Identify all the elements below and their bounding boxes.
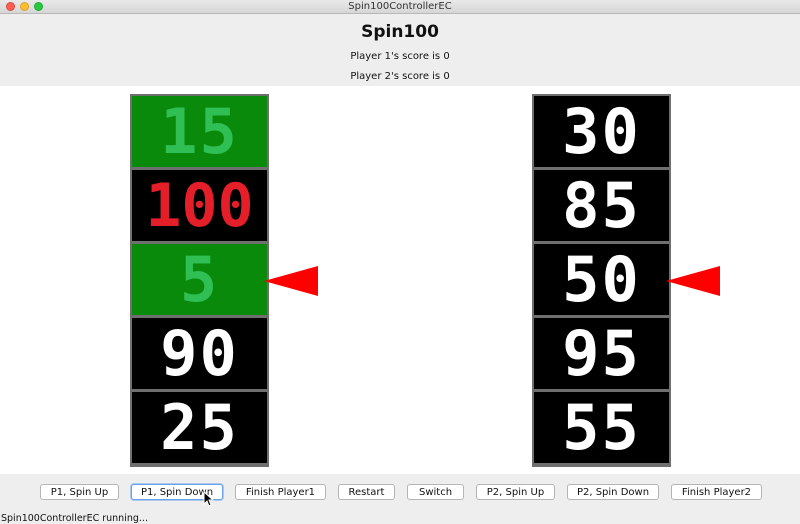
reel-cell: 30 — [534, 96, 669, 167]
p1-spin-up-button[interactable]: P1, Spin Up — [40, 484, 119, 500]
reel-cell: 100 — [132, 170, 267, 241]
reel-number: 100 — [145, 170, 254, 241]
game-header: Spin100 Player 1's score is 0 Player 2's… — [0, 14, 800, 86]
finish-player2-button[interactable]: Finish Player2 — [671, 484, 762, 500]
p2-spin-up-button[interactable]: P2, Spin Up — [476, 484, 555, 500]
player1-score: Player 1's score is 0 — [350, 51, 450, 62]
reel-cell-selected: 50 — [534, 244, 669, 315]
reel-cell: 15 — [132, 96, 267, 167]
switch-button[interactable]: Switch — [407, 484, 464, 500]
reel-cell: 55 — [534, 392, 669, 463]
reel-number: 85 — [562, 168, 641, 242]
window-titlebar: Spin100ControllerEC — [0, 0, 800, 14]
p2-spin-down-button[interactable]: P2, Spin Down — [567, 484, 659, 500]
reel-cell: 90 — [132, 318, 267, 389]
status-text: Spin100ControllerEC running... — [1, 513, 148, 524]
reels-area: 15 100 5 90 25 30 85 50 95 55 — [0, 86, 800, 474]
pointer-arrow-icon — [666, 266, 720, 296]
finish-player1-button[interactable]: Finish Player1 — [235, 484, 326, 500]
reel-cell: 95 — [534, 318, 669, 389]
reel-cell: 25 — [132, 392, 267, 463]
reel-number: 5 — [179, 242, 220, 316]
mouse-cursor-icon — [203, 491, 215, 507]
window-title: Spin100ControllerEC — [348, 1, 452, 12]
reel-number: 90 — [160, 316, 239, 390]
reel-cell: 85 — [534, 170, 669, 241]
reel-number: 50 — [562, 242, 641, 316]
player1-reel: 15 100 5 90 25 — [130, 94, 269, 467]
reel-number: 55 — [562, 390, 641, 464]
player2-score: Player 2's score is 0 — [350, 71, 450, 82]
control-bar: P1, Spin Up P1, Spin Down Finish Player1… — [0, 474, 800, 512]
player2-reel: 30 85 50 95 55 — [532, 94, 671, 467]
reel-number: 15 — [160, 94, 239, 168]
game-title: Spin100 — [361, 22, 439, 42]
pointer-arrow-icon — [264, 266, 318, 296]
restart-button[interactable]: Restart — [338, 484, 395, 500]
reel-cell-selected: 5 — [132, 244, 267, 315]
reel-number: 95 — [562, 316, 641, 390]
status-bar: Spin100ControllerEC running... — [0, 512, 800, 524]
reel-number: 25 — [160, 390, 239, 464]
reel-number: 30 — [562, 94, 641, 168]
